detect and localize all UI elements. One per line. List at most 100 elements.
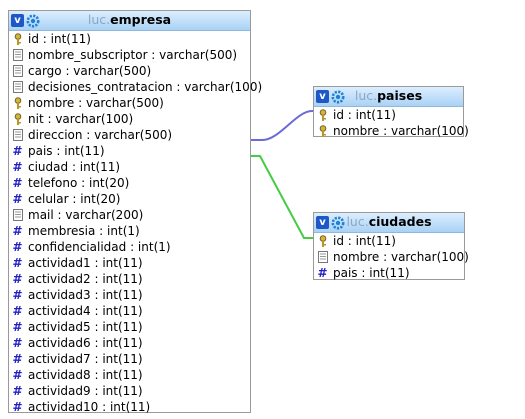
column-label: telefono : int(20) [28, 176, 130, 190]
column-label: id : int(11) [28, 32, 91, 46]
column-row[interactable]: # actividad10 : int(11) [9, 399, 250, 415]
column-row[interactable]: # celular : int(20) [9, 191, 250, 207]
column-row[interactable]: cargo : varchar(500) [9, 63, 250, 79]
text-column-icon [316, 251, 329, 264]
column-row[interactable]: # pais : int(11) [314, 265, 464, 281]
column-label: actividad2 : int(11) [28, 272, 143, 286]
column-label: pais : int(11) [28, 144, 105, 158]
numeric-column-icon: # [12, 288, 23, 302]
column-row[interactable]: decisiones_contratacion : varchar(100) [9, 79, 262, 95]
numeric-column-icon: # [12, 144, 23, 158]
column-label: actividad6 : int(11) [28, 336, 143, 350]
column-label: membresia : int(1) [28, 224, 140, 238]
column-row[interactable]: # ciudad : int(11) [9, 159, 250, 175]
column-row[interactable]: # pais : int(11) [9, 143, 250, 159]
table-db-prefix: luc. [354, 88, 378, 103]
relation-empresa-ciudades [251, 155, 316, 239]
column-label: nombre_subscriptor : varchar(500) [28, 48, 238, 62]
column-row[interactable]: # actividad9 : int(11) [9, 383, 250, 399]
key-icon [316, 108, 329, 122]
column-label: nombre : varchar(100) [333, 250, 469, 264]
table-header[interactable]: v luc.empresa [9, 11, 250, 31]
column-label: celular : int(20) [28, 192, 121, 206]
column-label: direccion : varchar(500) [28, 128, 173, 142]
column-row[interactable]: # actividad6 : int(11) [9, 335, 250, 351]
column-row[interactable]: id : int(11) [314, 107, 463, 123]
column-label: actividad3 : int(11) [28, 288, 143, 302]
column-row[interactable]: # membresia : int(1) [9, 223, 250, 239]
column-row[interactable]: # actividad2 : int(11) [9, 271, 250, 287]
numeric-column-icon: # [12, 304, 23, 318]
column-label: nombre : varchar(100) [333, 124, 469, 138]
column-row[interactable]: # actividad3 : int(11) [9, 287, 250, 303]
column-row[interactable]: nit : varchar(100) [9, 111, 250, 127]
key-icon [11, 32, 24, 46]
column-label: actividad7 : int(11) [28, 352, 143, 366]
column-row[interactable]: # actividad8 : int(11) [9, 367, 250, 383]
text-column-icon [11, 65, 24, 78]
key-icon [316, 234, 329, 248]
table-title: ciudades [368, 214, 432, 229]
column-label: nit : varchar(100) [28, 112, 134, 126]
numeric-column-icon: # [12, 368, 23, 382]
column-row[interactable]: mail : varchar(200) [9, 207, 250, 223]
column-row[interactable]: # actividad1 : int(11) [9, 255, 250, 271]
table-paises[interactable]: v luc.paises id : int(11) nombre : varchar(… [313, 86, 469, 139]
text-column-icon [11, 129, 24, 142]
column-label: actividad5 : int(11) [28, 320, 143, 334]
table-empresa[interactable]: v luc.empresa id : int(11) nombre_subscript… [8, 10, 262, 415]
column-label: confidencialidad : int(1) [28, 240, 171, 254]
column-row[interactable]: nombre_subscriptor : varchar(500) [9, 47, 250, 63]
numeric-column-icon: # [12, 224, 23, 238]
column-label: actividad8 : int(11) [28, 368, 143, 382]
relation-empresa-paises [251, 110, 316, 141]
numeric-column-icon: # [12, 320, 23, 334]
numeric-column-icon: # [12, 384, 23, 398]
key-icon [11, 112, 24, 126]
table-db-prefix: luc. [87, 12, 111, 27]
numeric-column-icon: # [12, 160, 23, 174]
column-row[interactable]: # actividad4 : int(11) [9, 303, 250, 319]
numeric-column-icon: # [12, 400, 23, 414]
column-row[interactable]: id : int(11) [9, 31, 250, 47]
numeric-column-icon: # [12, 352, 23, 366]
numeric-column-icon: # [12, 256, 23, 270]
column-row[interactable]: nombre : varchar(100) [314, 123, 469, 139]
column-row[interactable]: # confidencialidad : int(1) [9, 239, 250, 255]
column-label: cargo : varchar(500) [28, 64, 152, 78]
column-label: id : int(11) [333, 234, 396, 248]
column-row[interactable]: id : int(11) [314, 233, 464, 249]
column-label: mail : varchar(200) [28, 208, 144, 222]
column-row[interactable]: # telefono : int(20) [9, 175, 250, 191]
numeric-column-icon: # [12, 240, 23, 254]
numeric-column-icon: # [12, 336, 23, 350]
table-title: empresa [110, 12, 172, 27]
column-label: ciudad : int(11) [28, 160, 121, 174]
column-label: id : int(11) [333, 108, 396, 122]
column-label: actividad4 : int(11) [28, 304, 143, 318]
column-row[interactable]: direccion : varchar(500) [9, 127, 250, 143]
column-label: actividad10 : int(11) [28, 400, 151, 414]
text-column-icon [11, 209, 24, 222]
table-db-prefix: luc. [346, 214, 369, 229]
column-row[interactable]: # actividad5 : int(11) [9, 319, 250, 335]
key-icon [11, 96, 24, 110]
numeric-column-icon: # [12, 176, 23, 190]
column-row[interactable]: nombre : varchar(100) [314, 249, 469, 265]
text-column-icon [11, 81, 24, 94]
column-label: actividad1 : int(11) [28, 256, 143, 270]
column-label: nombre : varchar(500) [28, 96, 164, 110]
numeric-column-icon: # [12, 192, 23, 206]
table-header[interactable]: v luc.ciudades [314, 213, 464, 233]
column-label: pais : int(11) [333, 266, 410, 280]
table-header[interactable]: v luc.paises [314, 87, 463, 107]
numeric-column-icon: # [317, 266, 328, 280]
column-row[interactable]: # actividad7 : int(11) [9, 351, 250, 367]
column-label: decisiones_contratacion : varchar(100) [28, 80, 263, 94]
text-column-icon [11, 49, 24, 62]
column-label: actividad9 : int(11) [28, 384, 143, 398]
key-icon [316, 124, 329, 138]
numeric-column-icon: # [12, 272, 23, 286]
table-ciudades[interactable]: v luc.ciudades id : int(11) nombre : varcha… [313, 212, 469, 281]
column-row[interactable]: nombre : varchar(500) [9, 95, 250, 111]
